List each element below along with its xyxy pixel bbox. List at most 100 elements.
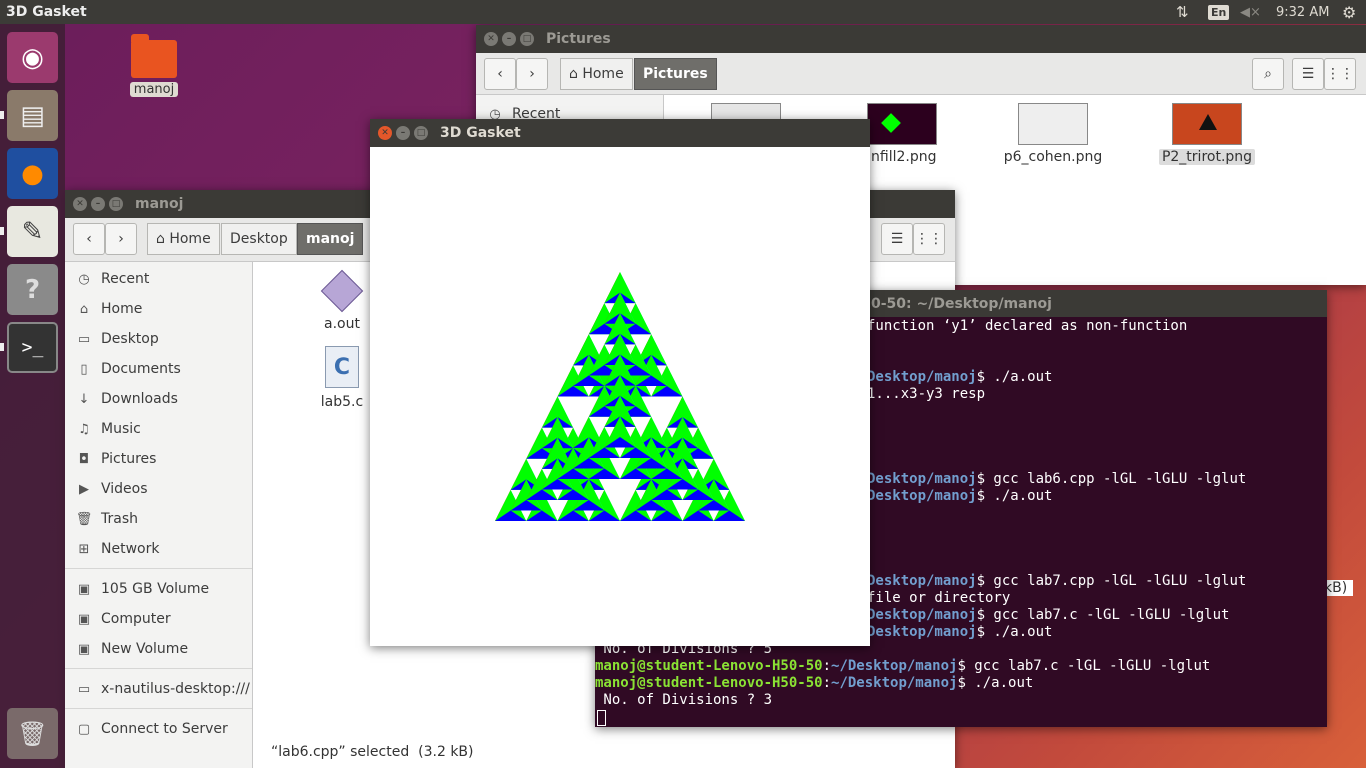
sidebar-item-downloads[interactable]: ↓ Downloads [65, 384, 252, 414]
list-view-icon[interactable]: ☰ [1292, 58, 1324, 90]
sidebar-item-connect-server[interactable]: ▢ Connect to Server [65, 714, 252, 744]
image-thumbnail [1018, 103, 1088, 145]
minimize-icon[interactable]: – [502, 32, 516, 46]
sidebar-item-computer[interactable]: ▣ Computer [65, 604, 252, 634]
desktop-folder-manoj[interactable]: manoj [128, 34, 180, 97]
keyboard-layout-indicator[interactable]: En [1208, 0, 1230, 24]
pictures-titlebar: ✕ – □ Pictures [476, 25, 1366, 53]
network-icon[interactable]: ⇅ [1176, 0, 1189, 24]
forward-button[interactable]: › [105, 223, 137, 255]
sidebar-item-home[interactable]: ⌂ Home [65, 294, 252, 324]
video-icon: ▶ [79, 481, 89, 497]
music-icon: ♫ [78, 421, 90, 437]
status-selection: “lab6.cpp” selected (3.2 kB) [271, 744, 474, 760]
gasket-window: ✕ – □ 3D Gasket [370, 119, 870, 646]
file-item-a-out[interactable]: a.out [305, 269, 379, 332]
document-icon: ▯ [80, 361, 88, 377]
trash-icon: 🗑 [75, 511, 93, 527]
camera-icon: ◘ [78, 451, 90, 467]
sidebar-item-documents[interactable]: ▯ Documents [65, 354, 252, 384]
breadcrumb-desktop[interactable]: Desktop [221, 223, 297, 255]
terminal-line: manoj@student-Lenovo-H50-50:~/Desktop/ma… [595, 658, 1211, 674]
breadcrumb-home[interactable]: ⌂ Home [560, 58, 633, 90]
sidebar-item-music[interactable]: ♫ Music [65, 414, 252, 444]
back-button[interactable]: ‹ [73, 223, 105, 255]
search-icon[interactable]: ⌕ [1252, 58, 1284, 90]
home-icon: ⌂ [156, 231, 165, 247]
maximize-icon[interactable]: □ [520, 32, 534, 46]
window-title: 0-50: ~/Desktop/manoj [871, 295, 1052, 312]
trash-icon[interactable]: 🗑 [7, 708, 58, 759]
sidebar-item-new-volume[interactable]: ▣ New Volume [65, 634, 252, 664]
sidebar-item-network[interactable]: ⊞ Network [65, 534, 252, 564]
maximize-icon[interactable]: □ [414, 126, 428, 140]
home-icon: ⌂ [569, 66, 578, 82]
download-icon: ↓ [78, 391, 90, 407]
close-icon[interactable]: ✕ [484, 32, 498, 46]
sidebar-item-volume-105gb[interactable]: ▣ 105 GB Volume [65, 574, 252, 604]
image-thumbnail [1172, 103, 1242, 145]
server-icon: ▢ [77, 721, 91, 737]
gasket-drawing [495, 272, 745, 521]
list-view-icon[interactable]: ☰ [881, 223, 913, 255]
text-editor-icon[interactable]: ✎ [7, 206, 58, 257]
running-indicator [0, 111, 4, 119]
sidebar-item-trash[interactable]: 🗑 Trash [65, 504, 252, 534]
forward-button[interactable]: › [516, 58, 548, 90]
minimize-icon[interactable]: – [91, 197, 105, 211]
breadcrumb-manoj[interactable]: manoj [297, 223, 364, 255]
c-source-icon: C [325, 346, 359, 388]
help-icon[interactable]: ? [7, 264, 58, 315]
folder-icon [131, 34, 177, 78]
files-icon[interactable]: ▤ [7, 90, 58, 141]
manoj-sidebar: ◷ Recent ⌂ Home ▭ Desktop ▯ Documents ↓ Downl… [65, 262, 253, 768]
clock[interactable]: 9:32 AM [1276, 0, 1329, 24]
sidebar-item-recent[interactable]: ◷ Recent [65, 264, 252, 294]
opengl-canvas [370, 147, 870, 646]
sidebar-item-pictures[interactable]: ◘ Pictures [65, 444, 252, 474]
firefox-icon[interactable]: ● [7, 148, 58, 199]
file-item-selected[interactable]: P2_trirot.png [1152, 103, 1262, 165]
sidebar-item-nautilus-desktop[interactable]: ▭ x-nautilus-desktop:/// [65, 674, 252, 704]
home-icon: ⌂ [79, 301, 89, 317]
sidebar-item-videos[interactable]: ▶ Videos [65, 474, 252, 504]
close-icon[interactable]: ✕ [73, 197, 87, 211]
terminal-icon[interactable]: >_ [7, 322, 58, 373]
gasket-titlebar: ✕ – □ 3D Gasket [370, 119, 870, 147]
sound-muted-icon[interactable]: ◀× [1240, 0, 1261, 24]
terminal-line: Desktop/manoj$ gcc lab7.c -lGL -lGLU -lg… [867, 607, 1230, 623]
grid-view-icon[interactable]: ⋮⋮ [1324, 58, 1356, 90]
drive-icon: ▣ [77, 611, 91, 627]
terminal-line: file or directory [867, 590, 1011, 606]
close-icon[interactable]: ✕ [378, 126, 392, 140]
grid-view-icon[interactable]: ⋮⋮ [913, 223, 945, 255]
terminal-line: manoj@student-Lenovo-H50-50:~/Desktop/ma… [595, 675, 1034, 691]
terminal-line: 1...x3-y3 resp [867, 386, 986, 402]
pictures-toolbar: ‹ › ⌂ Home Pictures ⌕ ☰ ⋮⋮ [476, 53, 1366, 95]
breadcrumb-home[interactable]: ⌂ Home [147, 223, 220, 255]
terminal-line: No. of Divisions ? 3 [595, 692, 773, 708]
sidebar-item-desktop[interactable]: ▭ Desktop [65, 324, 252, 354]
launcher: ◉ ▤ ● ✎ ? >_ 🗑 [0, 24, 65, 768]
screen-icon: ▭ [77, 681, 91, 697]
file-item-lab5-c[interactable]: C lab5.c [305, 346, 379, 410]
breadcrumb-pictures[interactable]: Pictures [634, 58, 717, 90]
drive-icon: ▣ [77, 581, 91, 597]
terminal-line: Desktop/manoj$ gcc lab7.cpp -lGL -lGLU -… [867, 573, 1247, 589]
settings-gear-icon[interactable]: ⚙ [1342, 0, 1356, 24]
desktop-icon: ▭ [77, 331, 91, 347]
executable-icon [320, 269, 364, 313]
network-icon: ⊞ [78, 541, 90, 557]
sidebar-divider [65, 708, 252, 709]
maximize-icon[interactable]: □ [109, 197, 123, 211]
file-item[interactable]: p6_cohen.png [998, 103, 1108, 165]
window-title: 3D Gasket [440, 125, 521, 141]
terminal-cursor [597, 710, 606, 726]
clock-icon: ◷ [78, 271, 90, 287]
terminal-line: Desktop/manoj$ ./a.out [867, 369, 1053, 385]
ubuntu-dash-icon[interactable]: ◉ [7, 32, 58, 83]
terminal-line: Desktop/manoj$ ./a.out [867, 624, 1053, 640]
minimize-icon[interactable]: – [396, 126, 410, 140]
terminal-line: function ‘y1’ declared as non-function [867, 318, 1188, 334]
back-button[interactable]: ‹ [484, 58, 516, 90]
